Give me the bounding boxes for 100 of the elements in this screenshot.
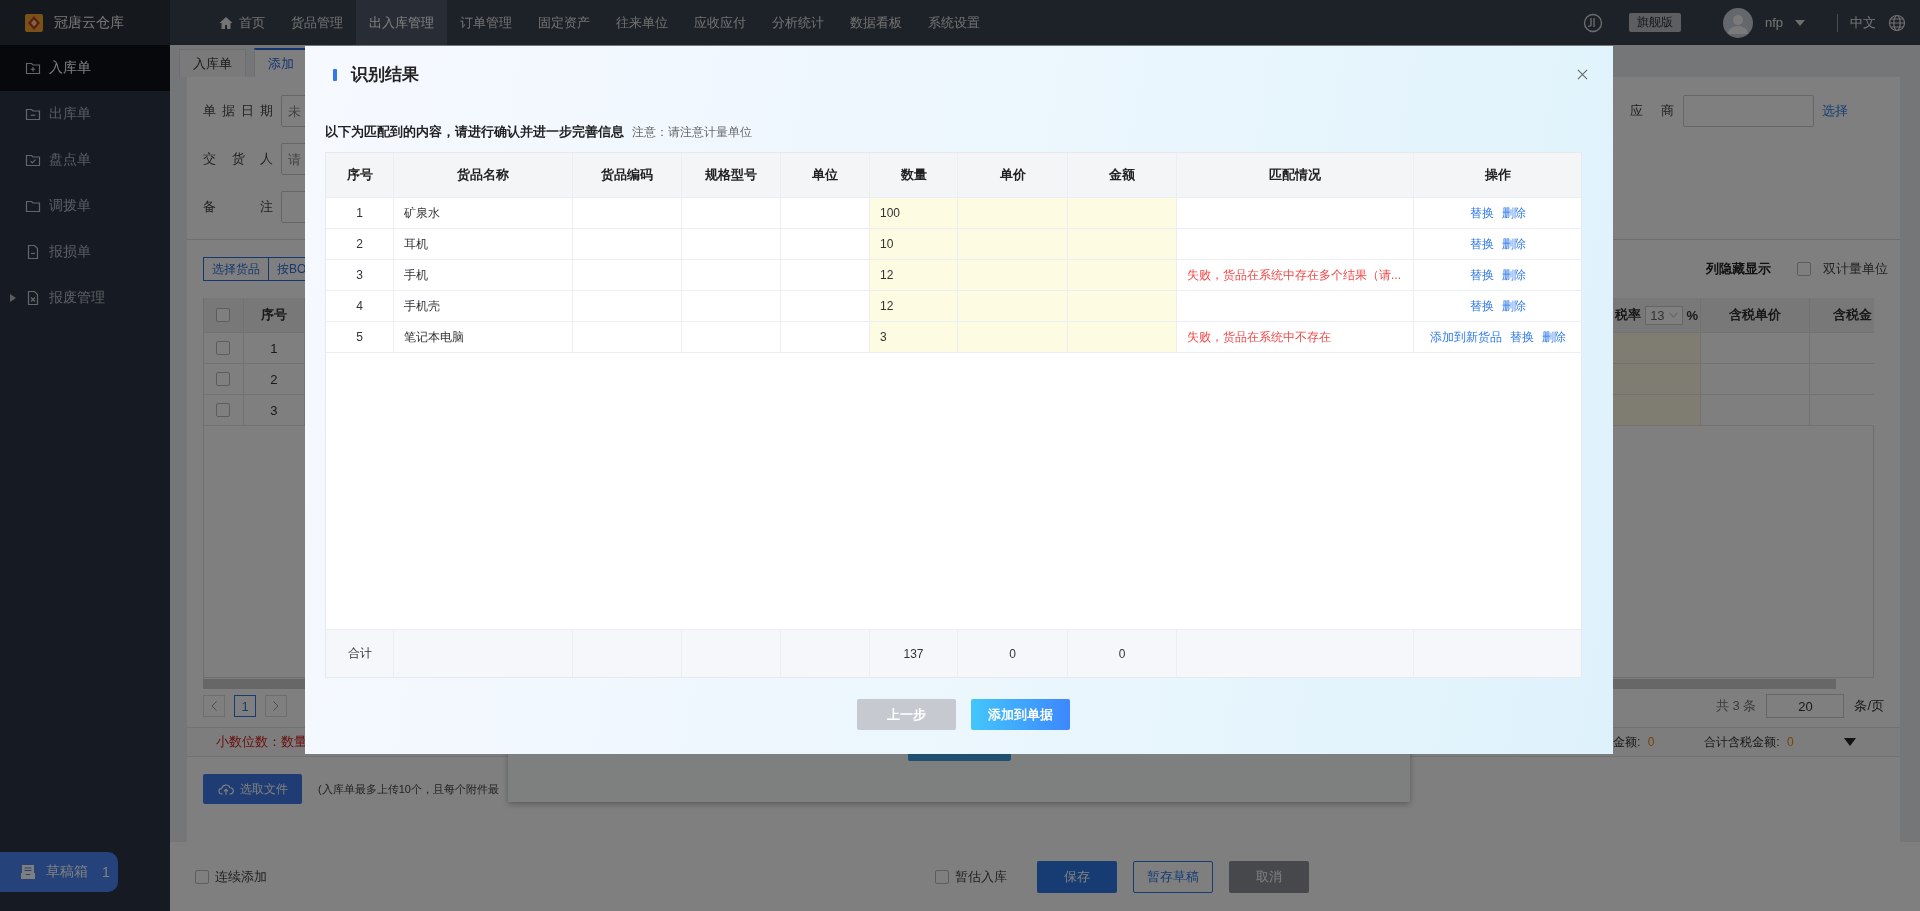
close-icon[interactable] xyxy=(1577,69,1588,80)
table-cell: 手机壳 xyxy=(394,291,573,322)
table-cell: 5 xyxy=(326,322,394,353)
footer-button[interactable]: 保存 xyxy=(1037,860,1117,893)
sidebar-item[interactable]: 调拨单 xyxy=(0,183,170,229)
table-cell: 2 xyxy=(326,229,394,260)
nav-tab[interactable]: 分析统计 xyxy=(759,0,837,45)
table-cell[interactable] xyxy=(958,322,1068,353)
sidebar-item[interactable]: 报废管理 xyxy=(0,275,170,321)
page-size-field[interactable]: 20 xyxy=(1766,694,1845,718)
column-toggle[interactable]: 列隐藏显示 xyxy=(1706,260,1771,278)
table-cell[interactable] xyxy=(1068,198,1177,229)
nav-tab[interactable]: 系统设置 xyxy=(915,0,993,45)
checkbox[interactable] xyxy=(195,869,209,884)
page-number[interactable]: 1 xyxy=(234,695,256,717)
table-cell: 失败，货品在系统中存在多个结果（请... xyxy=(1177,260,1414,291)
next-page-button[interactable] xyxy=(265,695,287,717)
caret-icon[interactable] xyxy=(1795,19,1805,26)
scrollbar[interactable] xyxy=(1613,679,1836,689)
nav-tab[interactable]: 订单管理 xyxy=(447,0,525,45)
column-header: 含税金 xyxy=(1832,306,1873,324)
table-cell[interactable] xyxy=(1613,395,1702,425)
caret-icon[interactable] xyxy=(10,294,16,302)
previous-page-button[interactable] xyxy=(203,695,225,717)
dialog-button[interactable]: 添加到单据 xyxy=(971,699,1070,730)
action-link[interactable]: 替换 xyxy=(1510,328,1534,346)
toolbar-button[interactable]: 选择货品 xyxy=(203,257,269,281)
table-cell[interactable] xyxy=(1068,291,1177,322)
tax-rate-select[interactable]: 13 xyxy=(1645,305,1683,325)
action-link[interactable]: 添加到新货品 xyxy=(1430,328,1502,346)
table-cell: 137 xyxy=(870,630,958,677)
action-link[interactable]: 删除 xyxy=(1502,266,1526,284)
checkbox-label: 双计量单位 xyxy=(1823,260,1888,278)
column-header: 匹配情况 xyxy=(1177,153,1414,198)
action-link[interactable]: 删除 xyxy=(1502,235,1526,253)
supplier-field[interactable] xyxy=(1683,95,1814,127)
avatar-icon[interactable] xyxy=(1722,7,1753,38)
page-tab[interactable]: 添加 xyxy=(254,48,308,77)
round-logo-icon[interactable] xyxy=(1582,12,1603,33)
select-link[interactable]: 选择 xyxy=(1822,102,1848,120)
sidebar-item[interactable]: 出库单 xyxy=(0,91,170,137)
checkbox[interactable] xyxy=(935,869,949,884)
action-link[interactable]: 替换 xyxy=(1470,266,1494,284)
nav-tab[interactable]: 首页 xyxy=(206,0,278,45)
checkbox[interactable] xyxy=(216,372,231,386)
checkbox[interactable] xyxy=(1797,262,1811,276)
table-cell[interactable] xyxy=(1068,229,1177,260)
edition-badge: 旗舰版 xyxy=(1628,13,1681,32)
sidebar-item[interactable]: 入库单 xyxy=(0,45,170,91)
field-label: 备注 xyxy=(203,198,273,216)
table-cell[interactable]: 3 xyxy=(870,322,958,353)
action-link[interactable]: 替换 xyxy=(1470,297,1494,315)
sidebar-item[interactable]: 报损单 xyxy=(0,229,170,275)
table-cell[interactable] xyxy=(1613,364,1702,394)
checkbox[interactable] xyxy=(216,308,231,322)
drafts-button[interactable]: 草稿箱 1 xyxy=(0,852,118,892)
table-cell[interactable]: 10 xyxy=(870,229,958,260)
globe-icon[interactable] xyxy=(1888,13,1906,32)
upload-note: (入库单最多上传10个，且每个附件最 xyxy=(318,781,499,797)
nav-tab[interactable]: 出入库管理 xyxy=(356,0,447,45)
nav-tab[interactable]: 数据看板 xyxy=(837,0,915,45)
nav-tab[interactable]: 应收应付 xyxy=(681,0,759,45)
table-cell: 笔记本电脑 xyxy=(394,322,573,353)
action-link[interactable]: 删除 xyxy=(1502,204,1526,222)
page-tab[interactable]: 入库单 xyxy=(179,49,246,77)
home-icon xyxy=(219,15,233,30)
nav-tab[interactable]: 往来单位 xyxy=(603,0,681,45)
dialog-title: 识别结果 xyxy=(351,64,419,86)
caret-icon[interactable] xyxy=(1843,738,1856,746)
table-cell[interactable]: 100 xyxy=(870,198,958,229)
checkbox[interactable] xyxy=(216,403,231,417)
total-count: 共 3 条 xyxy=(1716,697,1757,715)
sidebar-item[interactable]: 盘点单 xyxy=(0,137,170,183)
page-size-unit: 条/页 xyxy=(1854,697,1884,715)
upload-button[interactable]: 选取文件 xyxy=(203,774,302,804)
table-cell[interactable]: 12 xyxy=(870,291,958,322)
nav-tab[interactable]: 货品管理 xyxy=(278,0,356,45)
table-cell[interactable] xyxy=(1068,322,1177,353)
action-link[interactable]: 替换 xyxy=(1470,235,1494,253)
checkbox[interactable] xyxy=(216,341,231,355)
action-link[interactable]: 删除 xyxy=(1502,297,1526,315)
folder-plus-icon xyxy=(25,60,41,76)
table-cell[interactable]: 12 xyxy=(870,260,958,291)
nav-tab[interactable]: 固定资产 xyxy=(525,0,603,45)
unit-label: % xyxy=(1686,307,1699,323)
table-cell[interactable] xyxy=(1613,333,1702,363)
user-name[interactable]: nfp xyxy=(1764,15,1783,30)
scrollbar[interactable] xyxy=(203,679,305,689)
column-header: 含税单价 xyxy=(1701,298,1811,332)
footer-button[interactable]: 暂存草稿 xyxy=(1133,860,1213,893)
language-menu[interactable]: 中文 xyxy=(1850,13,1876,32)
column-header: 货品编码 xyxy=(573,153,682,198)
action-link[interactable]: 替换 xyxy=(1470,204,1494,222)
action-link[interactable]: 删除 xyxy=(1542,328,1566,346)
field-label: 交货人 xyxy=(203,150,273,168)
brand-name: 冠唐云仓库 xyxy=(54,13,124,32)
chevron-right-icon xyxy=(273,701,279,711)
table-cell[interactable] xyxy=(1068,260,1177,291)
cloud-upload-icon xyxy=(217,782,234,796)
table-cell: 合计 xyxy=(326,630,394,677)
